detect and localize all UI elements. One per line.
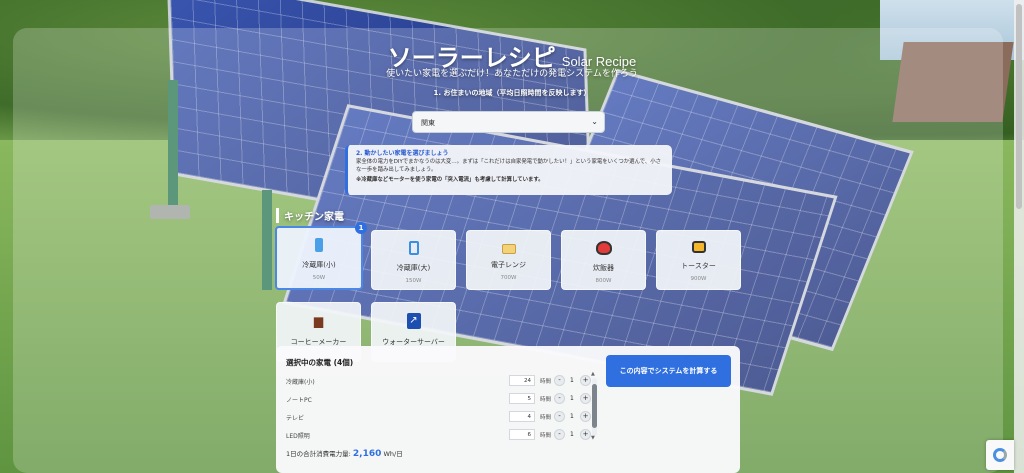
- region-step-label: 1. お住まいの地域（平均日照時間を反映します）: [433, 89, 591, 97]
- microwave-icon: [501, 244, 516, 254]
- inrush-current-note: ※冷蔵庫などモーターを使う家電の「突入電流」も考慮して計算しています。: [356, 177, 544, 183]
- appliance-step-heading: 2. 動かしたい家電を選びましょう: [356, 150, 449, 157]
- region-select[interactable]: 関東 ⌄: [412, 111, 605, 133]
- small-fridge-icon: [315, 238, 323, 252]
- selected-item-name: テレビ: [286, 415, 305, 422]
- hours-input[interactable]: 6: [509, 429, 535, 440]
- calculate-system-button[interactable]: この内容でシステムを計算する: [606, 355, 731, 387]
- selected-item-row: ノートPC 5 時間 - 1 +: [286, 393, 606, 405]
- appliance-step-body: 家全体の電力をDIYでまかなうのは大変…。まずは「これだけは自家発電で動かしたい…: [356, 159, 662, 173]
- qty-value: 1: [570, 431, 574, 438]
- appliance-name: 電子レンジ: [491, 261, 526, 269]
- decrease-qty-button[interactable]: -: [554, 429, 565, 440]
- scrollbar-thumb[interactable]: [592, 384, 597, 428]
- appliance-name: 炊飯器: [593, 264, 614, 272]
- scroll-up-icon[interactable]: ▲: [591, 371, 595, 377]
- appliance-card-rice-cooker[interactable]: 炊飯器 800W: [561, 230, 646, 290]
- increase-qty-button[interactable]: +: [580, 429, 591, 440]
- rice-cooker-icon: [595, 241, 612, 255]
- increase-qty-button[interactable]: +: [580, 411, 591, 422]
- increase-qty-button[interactable]: +: [580, 375, 591, 386]
- chevron-down-icon: ⌄: [591, 117, 598, 126]
- selected-appliances-panel: 選択中の家電 (4個) この内容でシステムを計算する 冷蔵庫(小) 24 時間 …: [276, 346, 740, 473]
- appliance-name: 冷蔵庫(小): [302, 261, 336, 269]
- appliance-card-microwave[interactable]: 電子レンジ 700W: [466, 230, 551, 290]
- daily-total: 1日の合計消費電力量: 2,160 Wh/日: [286, 448, 403, 459]
- hours-input[interactable]: 4: [509, 411, 535, 422]
- appliance-name: トースター: [681, 262, 716, 270]
- recaptcha-badge[interactable]: [986, 440, 1014, 470]
- hours-unit: 時間: [540, 397, 552, 403]
- increase-qty-button[interactable]: +: [580, 393, 591, 404]
- daily-total-label: 1日の合計消費電力量:: [286, 450, 351, 458]
- hours-input[interactable]: 5: [509, 393, 535, 404]
- category-title: キッチン家電: [276, 208, 344, 223]
- water-server-icon: ↗: [406, 313, 421, 329]
- selected-item-name: 冷蔵庫(小): [286, 379, 315, 386]
- appliance-watt: 800W: [595, 278, 612, 284]
- appliance-watt: 150W: [405, 278, 422, 284]
- region-select-value: 関東: [421, 119, 435, 127]
- qty-value: 1: [570, 377, 574, 384]
- decrease-qty-button[interactable]: -: [554, 411, 565, 422]
- selected-item-name: LED照明: [286, 433, 310, 440]
- appliance-watt: 50W: [312, 275, 326, 281]
- appliance-step-info: 2. 動かしたい家電を選びましょう 家全体の電力をDIYでまかなうのは大変…。ま…: [345, 145, 672, 195]
- selected-list-scrollbar[interactable]: ▲ ▼: [591, 371, 597, 441]
- recaptcha-icon: [993, 448, 1007, 462]
- qty-value: 1: [570, 395, 574, 402]
- selected-appliances-title: 選択中の家電 (4個): [286, 358, 354, 367]
- page-scrollbar[interactable]: [1014, 0, 1024, 473]
- selected-item-row: テレビ 4 時間 - 1 +: [286, 411, 606, 423]
- appliance-card-large-fridge[interactable]: 冷蔵庫(大) 150W: [371, 230, 456, 290]
- decrease-qty-button[interactable]: -: [554, 375, 565, 386]
- page-subtitle: 使いたい家電を選ぶだけ！あなただけの発電システムを作ろう: [386, 69, 638, 79]
- selected-item-row: 冷蔵庫(小) 24 時間 - 1 +: [286, 375, 606, 387]
- hours-unit: 時間: [540, 379, 552, 385]
- selected-count-badge: 1: [355, 222, 367, 234]
- selected-item-name: ノートPC: [286, 397, 312, 404]
- qty-value: 1: [570, 413, 574, 420]
- appliance-name: 冷蔵庫(大): [396, 264, 431, 272]
- daily-total-unit: Wh/日: [383, 450, 403, 458]
- appliance-card-toaster[interactable]: トースター 900W: [656, 230, 741, 290]
- large-fridge-icon: [408, 241, 419, 255]
- coffee-maker-icon: ▆: [313, 314, 324, 328]
- daily-total-value: 2,160: [352, 449, 382, 459]
- appliance-watt: 700W: [500, 275, 517, 281]
- scroll-down-icon[interactable]: ▼: [591, 435, 595, 441]
- hours-input[interactable]: 24: [509, 375, 535, 386]
- toaster-icon: [691, 241, 706, 253]
- appliance-watt: 900W: [690, 276, 707, 282]
- page-scrollbar-thumb[interactable]: [1016, 4, 1022, 209]
- appliance-card-small-fridge[interactable]: 1 冷蔵庫(小) 50W: [275, 222, 367, 290]
- hours-unit: 時間: [540, 415, 552, 421]
- decrease-qty-button[interactable]: -: [554, 393, 565, 404]
- selected-item-row: LED照明 6 時間 - 1 +: [286, 429, 606, 441]
- hours-unit: 時間: [540, 433, 552, 439]
